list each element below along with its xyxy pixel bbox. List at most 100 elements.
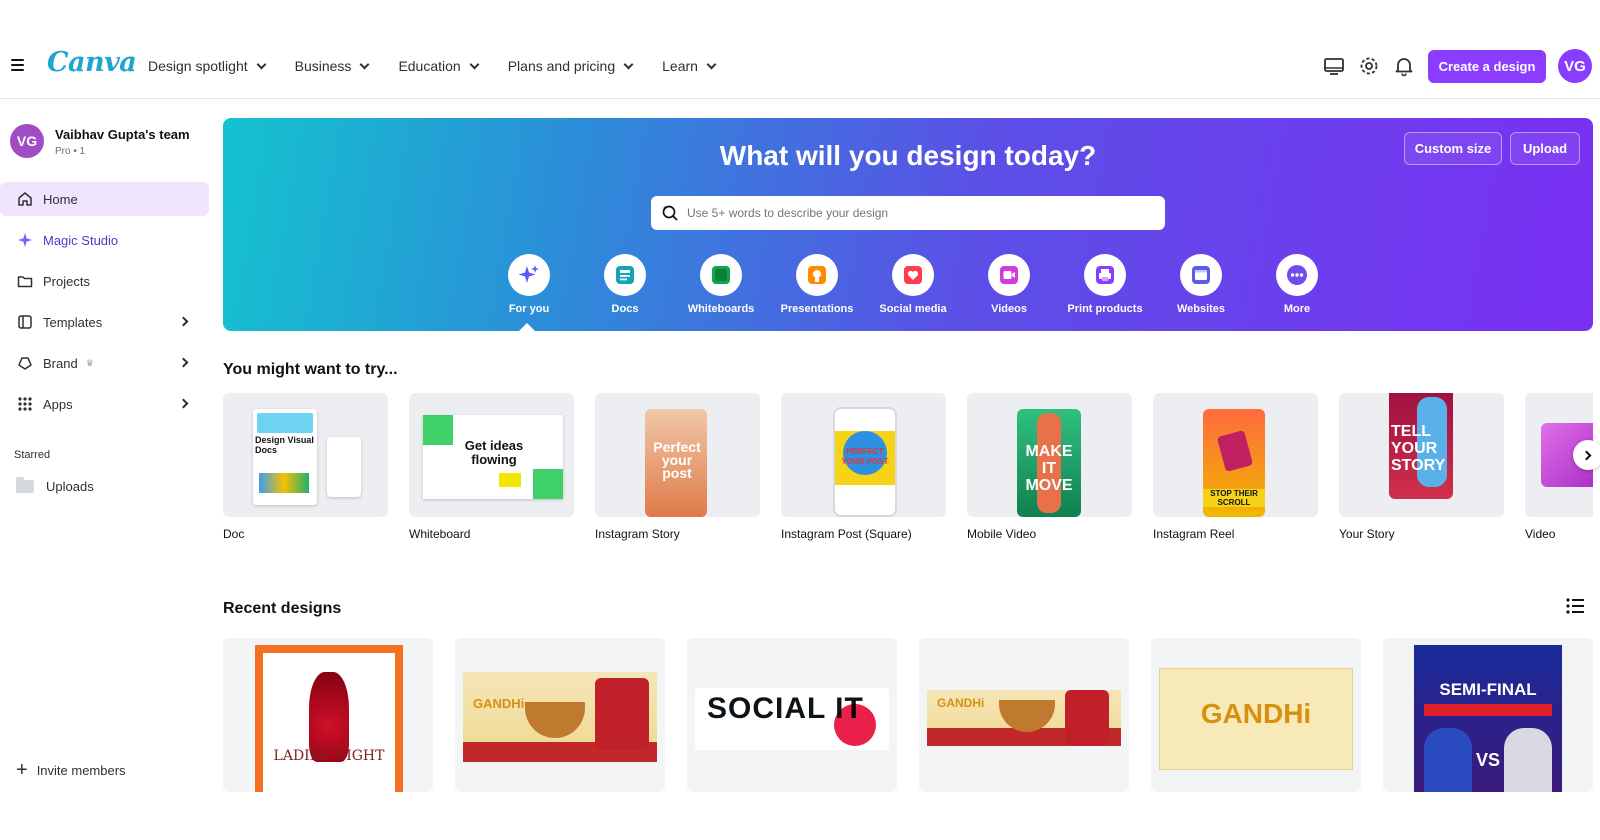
carousel-next-button[interactable]: [1573, 440, 1600, 470]
nav-business[interactable]: Business: [294, 55, 370, 77]
recent-design-card[interactable]: GANDHi: [919, 638, 1129, 792]
recent-design-card[interactable]: SOCIAL IT: [687, 638, 897, 792]
sidebar-item-label: Home: [43, 191, 78, 207]
design-search-bar[interactable]: [651, 196, 1165, 230]
presentation-icon: [796, 254, 838, 296]
invite-members-button[interactable]: + Invite members: [16, 760, 126, 780]
folder-icon: [16, 272, 34, 290]
whiteboard-thumbnail: Get ideas flowing: [409, 393, 574, 517]
try-section-title: You might want to try...: [223, 361, 398, 378]
nav-label: Education: [398, 58, 461, 74]
chevron-down-icon: [469, 59, 480, 69]
recent-design-card[interactable]: GANDHi: [455, 638, 665, 792]
instagram-post-thumbnail: PERFECT YOUR POST: [781, 393, 946, 517]
thumb-text: GANDHi: [1200, 698, 1312, 729]
menu-icon[interactable]: [11, 59, 24, 71]
sidebar-item-home[interactable]: Home: [0, 182, 209, 216]
invite-label: Invite members: [36, 762, 126, 778]
sidebar-item-label: Templates: [43, 314, 103, 330]
try-card-instagram-story[interactable]: Perfect your post Instagram Story: [595, 393, 760, 541]
nav-learn[interactable]: Learn: [662, 55, 717, 77]
selected-category-pointer: [519, 323, 535, 331]
sidebar-item-apps[interactable]: Apps: [0, 387, 209, 421]
try-carousel: Design Visual Docs Doc Get ideas flowing…: [223, 393, 1593, 553]
thumb-text: Get ideas flowing: [464, 438, 524, 467]
plus-icon: +: [16, 759, 28, 781]
try-card-instagram-reel[interactable]: STOP THEIR SCROLL Instagram Reel: [1153, 393, 1318, 541]
create-design-button[interactable]: Create a design: [1428, 50, 1546, 83]
thumb-text: PERFECT YOUR POST: [841, 447, 889, 466]
nav-label: Learn: [662, 58, 698, 74]
canva-logo[interactable]: Canva: [47, 47, 137, 78]
sparkle-icon: [16, 231, 34, 249]
category-whiteboards[interactable]: Whiteboards: [673, 254, 769, 315]
top-header: Canva Design spotlight Business Educatio…: [0, 33, 1600, 99]
sidebar-item-templates[interactable]: Templates: [0, 305, 209, 339]
try-card-label: Instagram Story: [595, 527, 680, 541]
heart-icon: [892, 254, 934, 296]
magic-search-icon: [662, 205, 678, 221]
try-card-mobile-video[interactable]: MAKE IT MOVE Mobile Video: [967, 393, 1132, 541]
try-card-label: Video: [1525, 527, 1556, 541]
chevron-down-icon: [623, 59, 634, 69]
category-presentations[interactable]: Presentations: [769, 254, 865, 315]
category-websites[interactable]: Websites: [1153, 254, 1249, 315]
sidebar-item-magic-studio[interactable]: Magic Studio: [0, 223, 209, 257]
thumb-text: STOP THEIR SCROLL: [1203, 489, 1265, 507]
category-row: For you Docs Whiteboards Presentations S…: [481, 254, 1345, 315]
try-card-label: Doc: [223, 527, 245, 541]
nav-label: Business: [294, 58, 352, 74]
brand-icon: [16, 354, 34, 372]
nav-design-spotlight[interactable]: Design spotlight: [148, 55, 267, 77]
recent-design-card[interactable]: SEMI-FINAL VS: [1383, 638, 1593, 792]
whiteboard-icon: [700, 254, 742, 296]
desktop-app-icon[interactable]: [1323, 55, 1345, 77]
hero-title: What will you design today?: [719, 140, 1097, 171]
team-meta: Pro • 1: [55, 146, 86, 157]
apps-grid-icon: [16, 395, 34, 413]
try-card-your-story[interactable]: TELL YOUR STORY Your Story: [1339, 393, 1504, 541]
nav-plans-pricing[interactable]: Plans and pricing: [508, 55, 634, 77]
nav-education[interactable]: Education: [398, 55, 480, 77]
category-docs[interactable]: Docs: [577, 254, 673, 315]
category-print-products[interactable]: Print products: [1057, 254, 1153, 315]
category-more[interactable]: More: [1249, 254, 1345, 315]
search-input[interactable]: [687, 206, 1147, 220]
list-view-icon[interactable]: [1566, 598, 1584, 614]
recent-design-card[interactable]: GANDHi: [1151, 638, 1361, 792]
try-card-whiteboard[interactable]: Get ideas flowing Whiteboard: [409, 393, 574, 541]
upload-button[interactable]: Upload: [1510, 132, 1580, 165]
try-card-instagram-post[interactable]: PERFECT YOUR POST Instagram Post (Square…: [781, 393, 946, 541]
bell-icon[interactable]: [1393, 55, 1415, 77]
category-label: Docs: [611, 303, 639, 315]
try-card-label: Instagram Post (Square): [781, 527, 912, 541]
sparkle-icon: [508, 254, 550, 296]
try-card-doc[interactable]: Design Visual Docs Doc: [223, 393, 388, 541]
sidebar-item-label: Apps: [43, 396, 73, 412]
category-social-media[interactable]: Social media: [865, 254, 961, 315]
chevron-down-icon: [359, 59, 370, 69]
recent-section-title: Recent designs: [223, 600, 342, 617]
sidebar-item-uploads[interactable]: Uploads: [16, 477, 94, 494]
uploads-label: Uploads: [46, 479, 94, 494]
main-nav: Design spotlight Business Education Plan…: [148, 55, 745, 77]
template-icon: [16, 313, 34, 331]
recent-design-card[interactable]: LADIES NIGHT: [223, 638, 433, 792]
sidebar-item-brand[interactable]: Brand ♛: [0, 346, 209, 380]
nav-label: Design spotlight: [148, 58, 248, 74]
sidebar-item-projects[interactable]: Projects: [0, 264, 209, 298]
sidebar: VG Vaibhav Gupta's team Pro • 1 Home Mag…: [0, 100, 212, 800]
team-name: Vaibhav Gupta's team: [55, 127, 190, 142]
user-avatar[interactable]: VG: [1558, 49, 1592, 83]
chevron-right-icon: [1581, 450, 1592, 460]
custom-size-button[interactable]: Custom size: [1404, 132, 1502, 165]
sidebar-item-label: Magic Studio: [43, 232, 119, 248]
category-label: More: [1283, 303, 1311, 315]
category-label: Print products: [1067, 303, 1143, 315]
gear-icon[interactable]: [1358, 55, 1380, 77]
try-card-label: Mobile Video: [967, 527, 1037, 541]
hero-banner: What will you design today? Custom size …: [223, 118, 1593, 331]
category-videos[interactable]: Videos: [961, 254, 1057, 315]
category-for-you[interactable]: For you: [481, 254, 577, 315]
thumb-text: TELL YOUR STORY: [1391, 423, 1446, 474]
